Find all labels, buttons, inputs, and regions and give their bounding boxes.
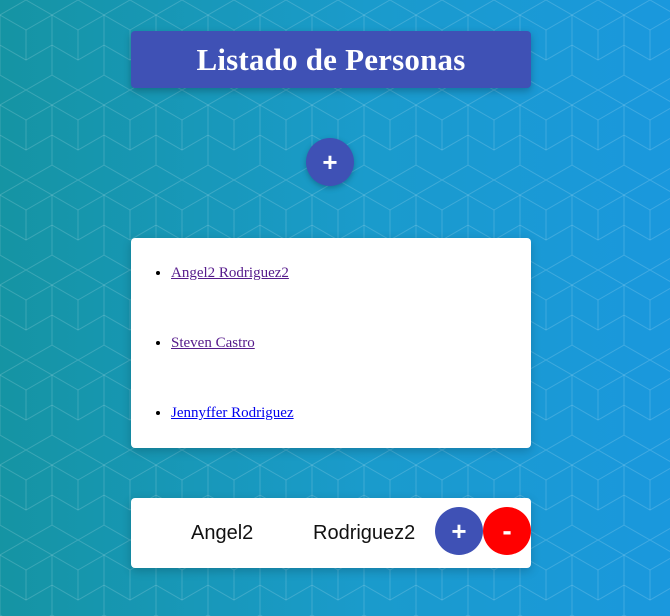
people-list: Angel2 Rodriguez2 Steven Castro Jennyffe… [131, 238, 531, 472]
page-title: Listado de Personas [196, 41, 466, 77]
list-item: Jennyffer Rodriguez [171, 402, 531, 472]
last-name-text: Rodriguez2 [313, 522, 416, 544]
list-item: Steven Castro [171, 332, 531, 402]
delete-person-button[interactable]: - [483, 507, 531, 555]
add-person-button[interactable]: + [306, 138, 354, 186]
page-header: Listado de Personas [131, 31, 531, 88]
list-item: Angel2 Rodriguez2 [171, 262, 531, 332]
person-detail-card: Angel2 Rodriguez2 + - [131, 498, 531, 568]
people-list-card: Angel2 Rodriguez2 Steven Castro Jennyffe… [131, 238, 531, 448]
person-link[interactable]: Jennyffer Rodriguez [171, 405, 294, 421]
edit-person-button[interactable]: + [435, 507, 483, 555]
person-link[interactable]: Steven Castro [171, 335, 255, 351]
first-name-text: Angel2 [191, 522, 254, 544]
person-link[interactable]: Angel2 Rodriguez2 [171, 265, 289, 281]
